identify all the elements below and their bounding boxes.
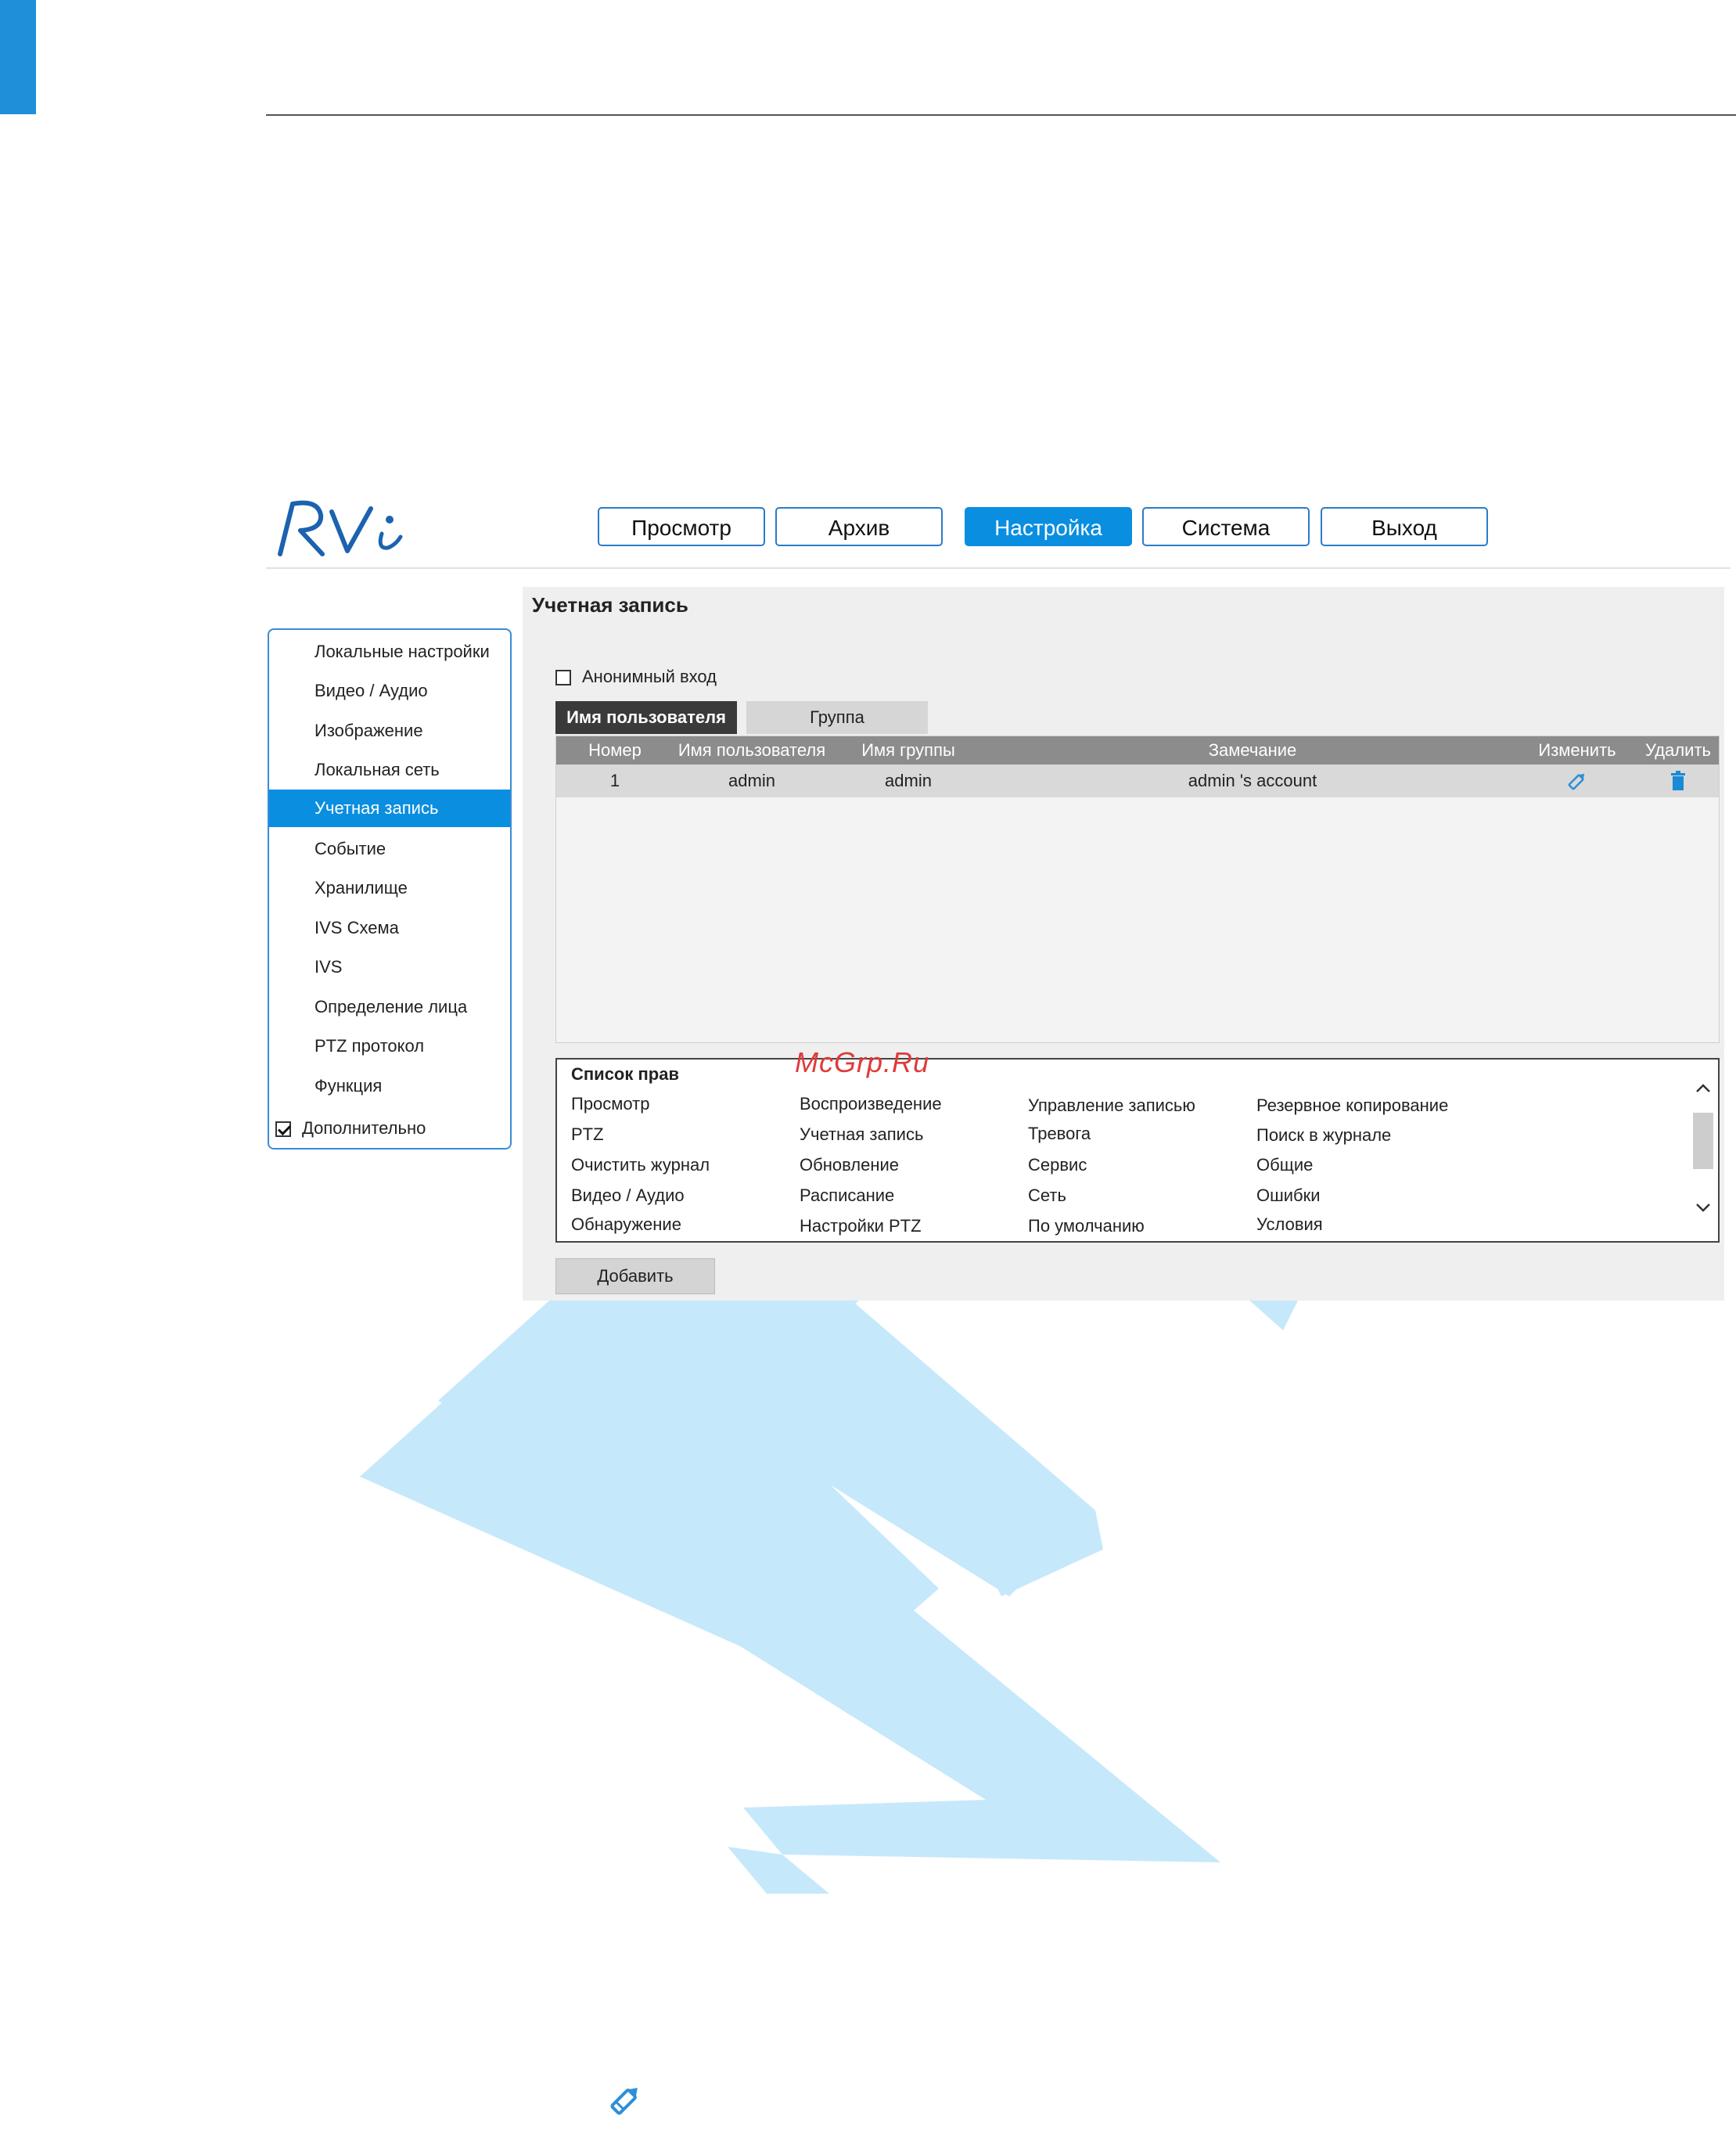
cell-group: admin xyxy=(885,771,932,790)
permission-item: Настройки PTZ xyxy=(800,1216,922,1236)
column-header-number: Номер xyxy=(588,740,642,760)
permission-item: Управление записью xyxy=(1028,1096,1195,1115)
permission-item: По умолчанию xyxy=(1028,1216,1145,1236)
header-divider xyxy=(266,567,1731,569)
column-header-delete: Удалить xyxy=(1645,740,1711,760)
permission-item: Поиск в журнале xyxy=(1256,1125,1392,1145)
anonymous-login-checkbox[interactable] xyxy=(555,670,571,686)
pencil-icon xyxy=(1568,773,1585,790)
permissions-scrollbar-thumb[interactable] xyxy=(1693,1113,1713,1169)
sidebar-advanced-toggle[interactable]: Дополнительно xyxy=(275,1117,426,1140)
nav-button-system[interactable]: Система xyxy=(1142,507,1310,546)
chevron-down-icon[interactable] xyxy=(1693,1197,1713,1218)
cell-number: 1 xyxy=(609,771,620,790)
nav-button-view[interactable]: Просмотр xyxy=(598,507,765,546)
permission-item: Резервное копирование xyxy=(1256,1096,1449,1115)
permissions-title: Список прав xyxy=(571,1064,679,1084)
site-watermark-text: McGrp.Ru xyxy=(795,1046,930,1078)
sidebar-item-face-detection[interactable]: Определение лица xyxy=(269,988,510,1026)
sidebar-item-ptz-protocol[interactable]: PTZ протокол xyxy=(269,1027,510,1065)
users-table-header: Номер Имя пользователя Имя группы Замеча… xyxy=(556,736,1719,765)
permission-item: Очистить журнал xyxy=(571,1155,710,1175)
advanced-checkbox[interactable] xyxy=(275,1121,291,1138)
edit-user-button[interactable] xyxy=(1519,765,1636,797)
account-panel: Учетная запись Анонимный вход Имя пользо… xyxy=(523,587,1724,1301)
pencil-icon xyxy=(610,2088,638,2115)
permission-item: PTZ xyxy=(571,1124,604,1144)
sidebar-item-account[interactable]: Учетная запись xyxy=(269,790,510,827)
rvi-logo xyxy=(278,500,403,556)
permission-item: Расписание xyxy=(800,1186,895,1205)
permissions-list: Список прав Просмотр PTZ Очистить журнал… xyxy=(555,1058,1720,1243)
column-header-edit: Изменить xyxy=(1538,740,1616,760)
permission-item: Учетная запись xyxy=(800,1124,924,1144)
users-table: Номер Имя пользователя Имя группы Замеча… xyxy=(555,736,1720,1043)
sidebar-item-video-audio[interactable]: Видео / Аудио xyxy=(269,672,510,710)
anonymous-login-option[interactable]: Анонимный вход xyxy=(555,665,717,689)
advanced-label: Дополнительно xyxy=(302,1118,426,1138)
column-header-username: Имя пользователя xyxy=(678,740,826,760)
permission-item: Обнаружение xyxy=(571,1214,681,1234)
sidebar-item-ivs-scheme[interactable]: IVS Схема xyxy=(269,909,510,947)
table-row[interactable]: 1 admin admin admin 's account xyxy=(556,765,1719,797)
permission-item: Видео / Аудио xyxy=(571,1186,685,1205)
permission-item: Воспроизведение xyxy=(800,1094,942,1114)
sidebar-item-local-settings[interactable]: Локальные настройки xyxy=(269,633,510,671)
sidebar-item-function[interactable]: Функция xyxy=(269,1067,510,1105)
cell-username: admin xyxy=(728,771,775,790)
permission-item: Обновление xyxy=(800,1155,900,1175)
delete-user-button[interactable] xyxy=(1636,765,1720,797)
cell-note: admin 's account xyxy=(1188,771,1317,790)
page-title: Учетная запись xyxy=(532,593,688,617)
permission-item: Тревога xyxy=(1028,1124,1091,1143)
sidebar-item-storage[interactable]: Хранилище xyxy=(269,869,510,907)
add-user-button[interactable]: Добавить xyxy=(555,1258,715,1294)
sidebar-item-ivs[interactable]: IVS xyxy=(269,948,510,986)
permission-item: Сервис xyxy=(1028,1155,1087,1175)
tab-group[interactable]: Группа xyxy=(746,701,928,734)
sidebar-item-image[interactable]: Изображение xyxy=(269,712,510,750)
permission-item: Просмотр xyxy=(571,1094,650,1114)
tab-users[interactable]: Имя пользователя xyxy=(555,701,737,734)
nav-button-logout[interactable]: Выход xyxy=(1321,507,1488,546)
permission-item: Общие xyxy=(1256,1155,1314,1175)
permission-item: Условия xyxy=(1256,1214,1323,1234)
nav-button-settings[interactable]: Настройка xyxy=(965,507,1132,546)
trash-icon xyxy=(1671,771,1685,790)
sidebar-item-event[interactable]: Событие xyxy=(269,830,510,868)
chevron-up-icon[interactable] xyxy=(1693,1078,1713,1099)
nav-button-archive[interactable]: Архив xyxy=(775,507,943,546)
column-header-note: Замечание xyxy=(1208,740,1297,760)
permission-item: Сеть xyxy=(1028,1186,1066,1205)
sidebar-item-local-network[interactable]: Локальная сеть xyxy=(269,751,510,789)
sidebar: Локальные настройки Видео / Аудио Изобра… xyxy=(268,628,512,1150)
permission-item: Ошибки xyxy=(1256,1186,1321,1205)
anonymous-login-label: Анонимный вход xyxy=(582,667,717,686)
column-header-group: Имя группы xyxy=(861,740,955,760)
